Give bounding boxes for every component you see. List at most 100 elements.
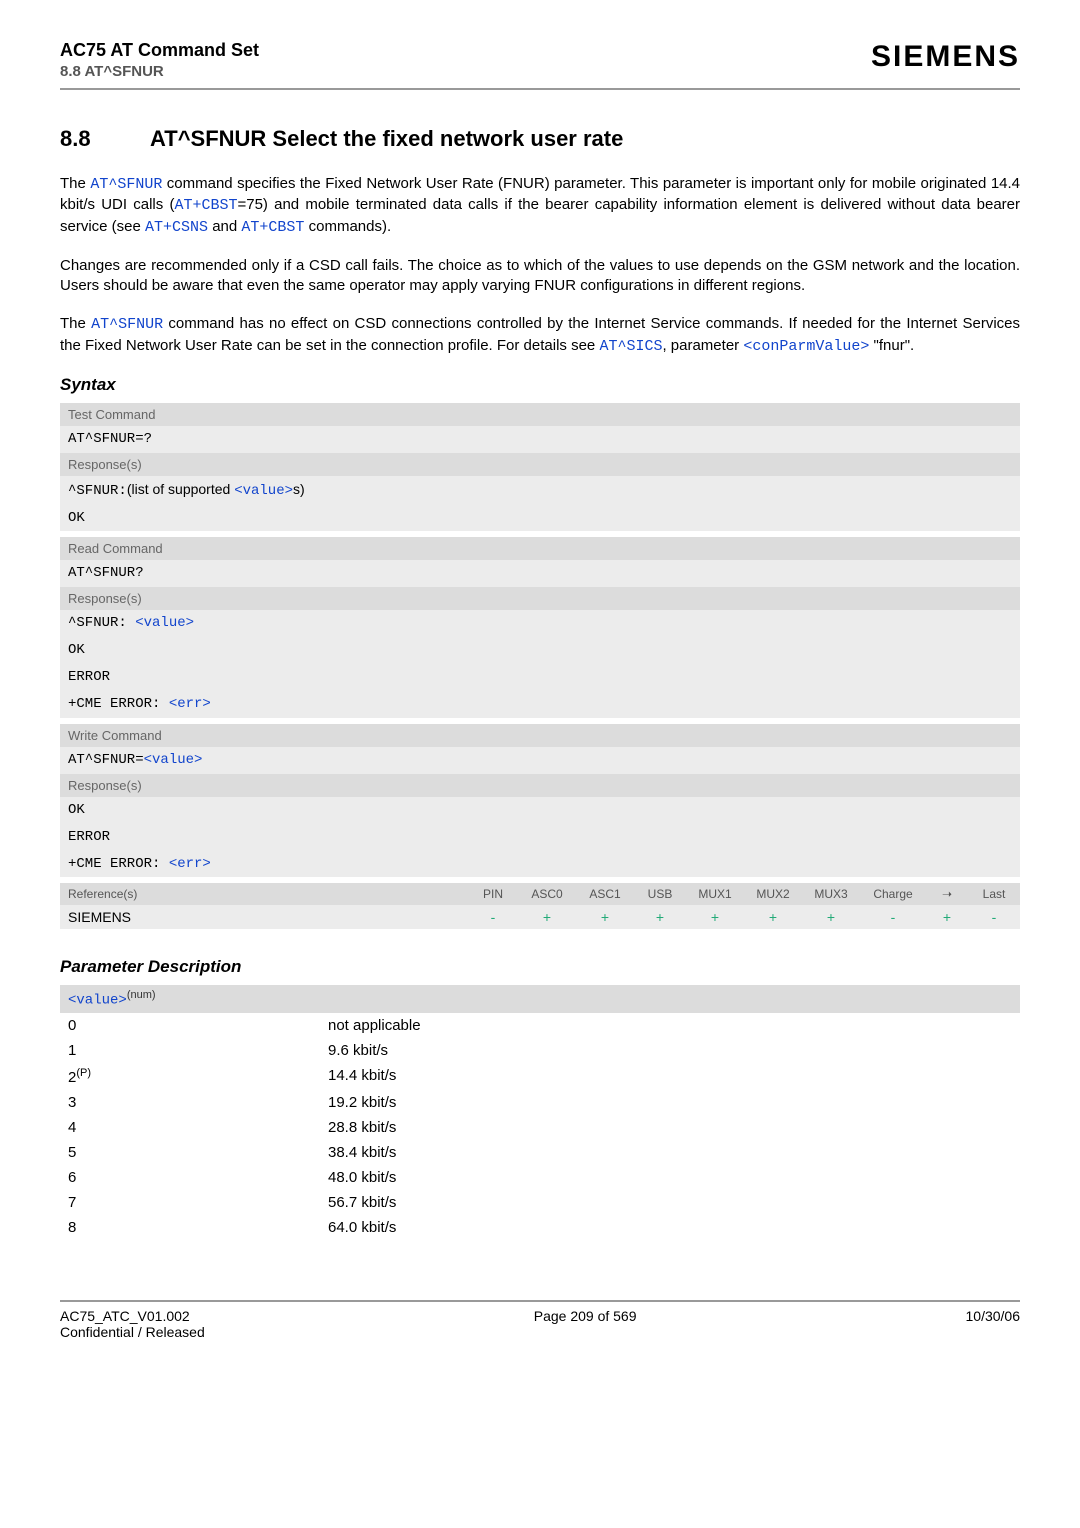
- intro-paragraph-2: Changes are recommended only if a CSD ca…: [60, 256, 1020, 297]
- footer-right: 10/30/06: [966, 1308, 1021, 1340]
- parameter-description-heading: Parameter Description: [60, 957, 1020, 977]
- parameter-row: 864.0 kbit/s: [60, 1215, 1020, 1240]
- block-label: Write Command: [60, 724, 1020, 747]
- param-ref[interactable]: <err>: [169, 856, 211, 872]
- cmd-ref[interactable]: AT^SICS: [599, 338, 662, 355]
- response-line: OK: [60, 797, 1020, 824]
- param-ref[interactable]: <value>: [68, 993, 127, 1009]
- param-ref[interactable]: <conParmValue>: [743, 338, 869, 355]
- reference-label: Reference(s): [60, 883, 468, 905]
- response-line: ERROR: [60, 664, 1020, 691]
- ref-token: +: [744, 905, 802, 929]
- header-left: AC75 AT Command Set 8.8 AT^SFNUR: [60, 40, 259, 80]
- ref-token: +: [802, 905, 860, 929]
- ref-col-header: PIN: [468, 883, 518, 905]
- ref-col-header: MUX3: [802, 883, 860, 905]
- ref-col-header: USB: [634, 883, 686, 905]
- parameter-key: 7: [68, 1194, 328, 1211]
- intro-paragraph-3: The AT^SFNUR command has no effect on CS…: [60, 314, 1020, 357]
- ref-col-header: MUX1: [686, 883, 744, 905]
- block-label: Read Command: [60, 537, 1020, 560]
- response-line: ERROR: [60, 824, 1020, 851]
- ref-col-header: Charge: [860, 883, 926, 905]
- cmd-ref[interactable]: AT+CSNS: [145, 219, 208, 236]
- ref-col-header: MUX2: [744, 883, 802, 905]
- reference-data-row: SIEMENS -++++++-+-: [60, 905, 1020, 929]
- parameter-value: 19.2 kbit/s: [328, 1094, 1012, 1111]
- parameter-name: <value>(num): [60, 985, 1020, 1013]
- ref-token: +: [576, 905, 634, 929]
- command-line: AT^SFNUR=<value>: [60, 747, 1020, 774]
- response-line: OK: [60, 637, 1020, 664]
- ref-token: +: [926, 905, 968, 929]
- ref-col-header: ASC1: [576, 883, 634, 905]
- param-ref[interactable]: <value>: [234, 483, 293, 499]
- parameter-value: 56.7 kbit/s: [328, 1194, 1012, 1211]
- parameter-key: 2(P): [68, 1067, 328, 1086]
- test-command-block: Test Command AT^SFNUR=? Response(s) ^SFN…: [60, 403, 1020, 532]
- response-line: ^SFNUR:(list of supported <value>s): [60, 476, 1020, 505]
- parameter-value: 14.4 kbit/s: [328, 1067, 1012, 1086]
- param-ref[interactable]: <value>: [135, 615, 194, 631]
- parameter-row: 428.8 kbit/s: [60, 1115, 1020, 1140]
- section-title: AT^SFNUR Select the fixed network user r…: [150, 126, 623, 151]
- footer-center: Page 209 of 569: [534, 1308, 637, 1340]
- response-line: ^SFNUR: <value>: [60, 610, 1020, 637]
- parameter-row: 756.7 kbit/s: [60, 1190, 1020, 1215]
- ref-col-header: ➝: [926, 883, 968, 905]
- ref-token: -: [468, 905, 518, 929]
- parameter-value: not applicable: [328, 1017, 1012, 1034]
- parameter-table: <value>(num) 0not applicable19.6 kbit/s2…: [60, 985, 1020, 1240]
- parameter-value: 48.0 kbit/s: [328, 1169, 1012, 1186]
- syntax-heading: Syntax: [60, 375, 1020, 395]
- ref-col-header: Last: [968, 883, 1020, 905]
- doc-title: AC75 AT Command Set: [60, 40, 259, 61]
- parameter-row: 19.6 kbit/s: [60, 1038, 1020, 1063]
- header-bar: AC75 AT Command Set 8.8 AT^SFNUR SIEMENS: [60, 40, 1020, 90]
- parameter-value: 9.6 kbit/s: [328, 1042, 1012, 1059]
- page-footer: AC75_ATC_V01.002 Confidential / Released…: [60, 1300, 1020, 1340]
- param-ref[interactable]: <err>: [169, 696, 211, 712]
- command-line: AT^SFNUR=?: [60, 426, 1020, 453]
- section-number: 8.8: [60, 126, 150, 152]
- ref-token: -: [860, 905, 926, 929]
- block-label: Response(s): [60, 587, 1020, 610]
- footer-left: AC75_ATC_V01.002 Confidential / Released: [60, 1308, 205, 1340]
- parameter-row: 2(P)14.4 kbit/s: [60, 1063, 1020, 1090]
- ref-token: -: [968, 905, 1020, 929]
- cmd-ref[interactable]: AT^SFNUR: [91, 316, 163, 333]
- parameter-key: 5: [68, 1144, 328, 1161]
- doc-section: 8.8 AT^SFNUR: [60, 63, 259, 80]
- ref-token: +: [634, 905, 686, 929]
- parameter-value: 64.0 kbit/s: [328, 1219, 1012, 1236]
- ref-token: +: [518, 905, 576, 929]
- cmd-ref[interactable]: AT^SFNUR: [90, 176, 162, 193]
- section-heading: 8.8AT^SFNUR Select the fixed network use…: [60, 126, 1020, 152]
- parameter-key: 8: [68, 1219, 328, 1236]
- parameter-key: 4: [68, 1119, 328, 1136]
- parameter-key: 6: [68, 1169, 328, 1186]
- ref-col-header: ASC0: [518, 883, 576, 905]
- cmd-ref[interactable]: AT+CBST: [241, 219, 304, 236]
- ref-token: +: [686, 905, 744, 929]
- read-command-block: Read Command AT^SFNUR? Response(s) ^SFNU…: [60, 537, 1020, 717]
- response-line: +CME ERROR: <err>: [60, 691, 1020, 718]
- parameter-key: 1: [68, 1042, 328, 1059]
- response-line: OK: [60, 505, 1020, 532]
- param-ref[interactable]: <value>: [144, 752, 203, 768]
- parameter-row: 0not applicable: [60, 1013, 1020, 1038]
- write-command-block: Write Command AT^SFNUR=<value> Response(…: [60, 724, 1020, 878]
- parameter-key: 0: [68, 1017, 328, 1034]
- reference-header-row: Reference(s) PINASC0ASC1USBMUX1MUX2MUX3C…: [60, 883, 1020, 905]
- parameter-value: 38.4 kbit/s: [328, 1144, 1012, 1161]
- brand-logo: SIEMENS: [871, 40, 1020, 74]
- parameter-row: 319.2 kbit/s: [60, 1090, 1020, 1115]
- block-label: Response(s): [60, 774, 1020, 797]
- block-label: Response(s): [60, 453, 1020, 476]
- cmd-ref[interactable]: AT+CBST: [174, 197, 237, 214]
- parameter-row: 538.4 kbit/s: [60, 1140, 1020, 1165]
- parameter-value: 28.8 kbit/s: [328, 1119, 1012, 1136]
- command-line: AT^SFNUR?: [60, 560, 1020, 587]
- block-label: Test Command: [60, 403, 1020, 426]
- parameter-key: 3: [68, 1094, 328, 1111]
